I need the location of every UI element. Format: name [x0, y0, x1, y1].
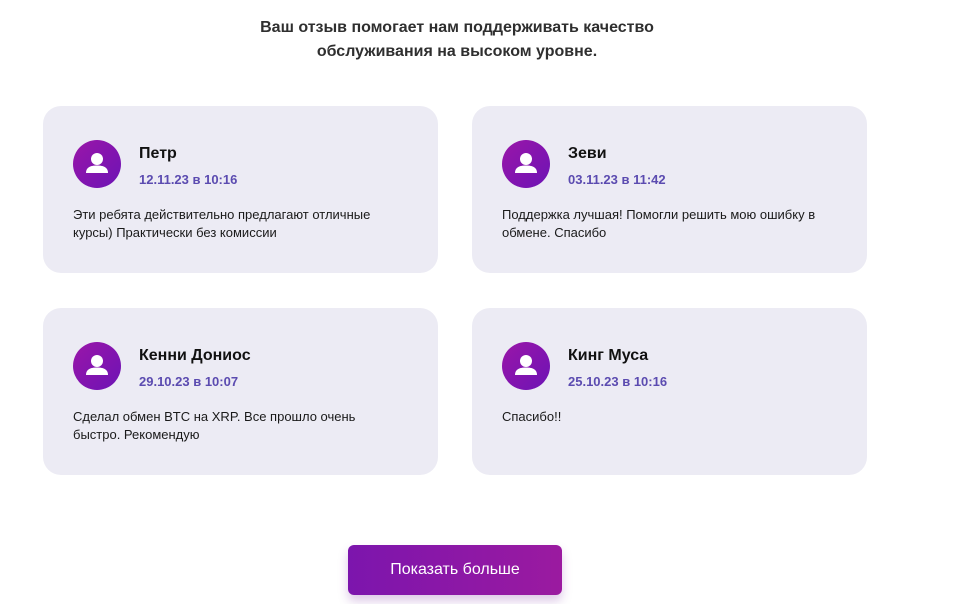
- user-avatar-icon: [73, 342, 121, 390]
- reviews-intro: Ваш отзыв помогает нам поддерживать каче…: [260, 19, 654, 60]
- review-date: 29.10.23 в 10:07: [139, 374, 239, 389]
- review-text: Эти ребята действительно предлагают отли…: [73, 207, 371, 240]
- reviewer-name: Петр: [139, 145, 177, 162]
- show-more-button[interactable]: Показать больше: [348, 545, 562, 595]
- review-date: 03.11.23 в 11:42: [568, 172, 666, 187]
- review-date: 12.11.23 в 10:16: [139, 172, 238, 187]
- reviews-section: Ваш отзыв помогает нам поддерживать каче…: [0, 0, 974, 604]
- review-date: 25.10.23 в 10:16: [568, 374, 668, 389]
- review-text: Спасибо!!: [502, 409, 562, 424]
- reviewer-name: Кинг Муса: [568, 347, 649, 364]
- review-card: Зеви 03.11.23 в 11:42 Поддержка лучшая! …: [472, 106, 867, 273]
- review-text: Поддержка лучшая! Помогли решить мою оши…: [502, 207, 816, 240]
- review-card: Кинг Муса 25.10.23 в 10:16 Спасибо!!: [472, 308, 867, 475]
- review-text: Сделал обмен BTC на XRP. Все прошло очен…: [73, 409, 356, 442]
- review-card: Петр 12.11.23 в 10:16 Эти ребята действи…: [43, 106, 438, 273]
- reviewer-name: Зеви: [568, 145, 607, 162]
- user-avatar-icon: [73, 140, 121, 188]
- user-avatar-icon: [502, 342, 550, 390]
- user-avatar-icon: [502, 140, 550, 188]
- review-card: Кенни Дониос 29.10.23 в 10:07 Сделал обм…: [43, 308, 438, 475]
- reviewer-name: Кенни Дониос: [139, 347, 251, 364]
